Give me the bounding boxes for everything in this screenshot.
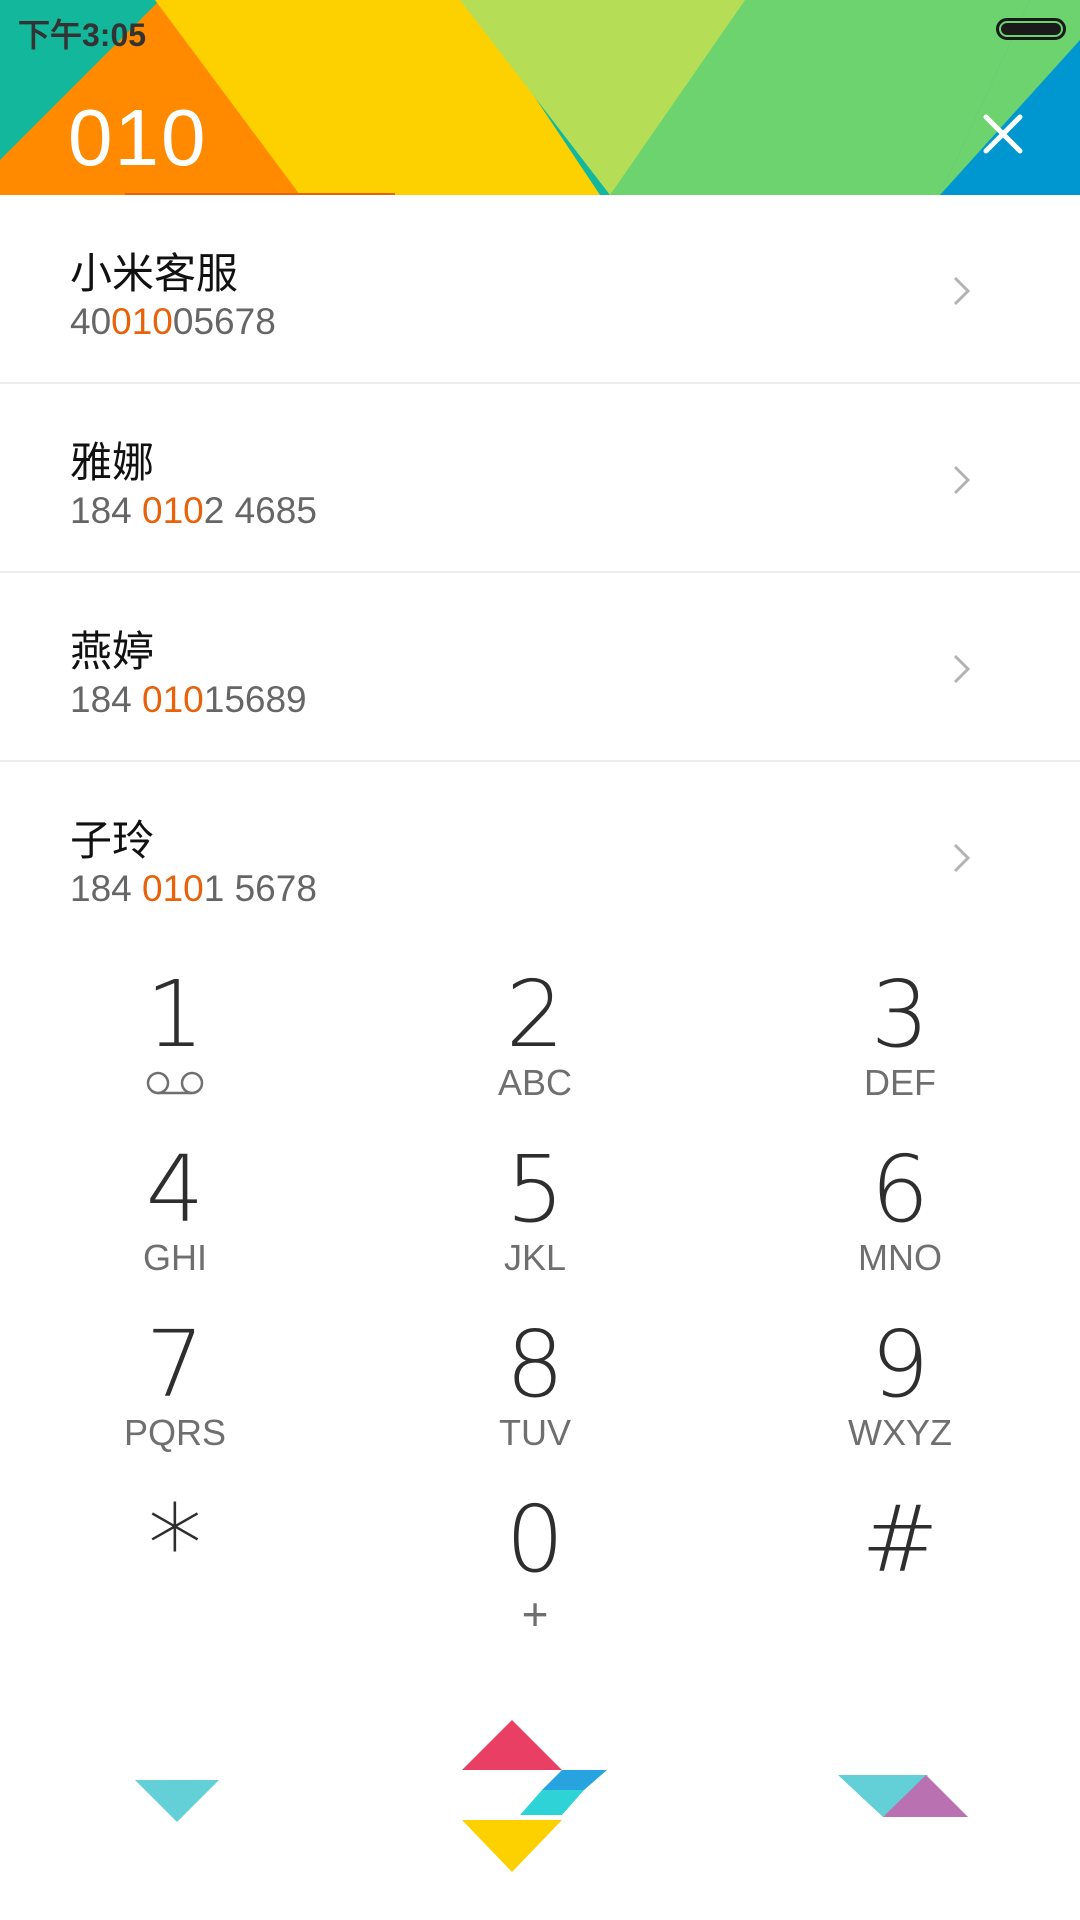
key-5[interactable]: 5 JKL	[385, 1140, 685, 1300]
contact-number: 184 0102 4685	[70, 490, 317, 531]
close-icon	[983, 114, 1023, 154]
chevron-right-icon	[953, 843, 971, 873]
collapse-keypad-icon	[135, 1780, 219, 1822]
contact-name: 小米客服	[70, 249, 239, 298]
dialed-number: 010	[68, 93, 208, 182]
contact-item[interactable]: 子玲 184 0101 5678	[0, 762, 1080, 951]
contact-item[interactable]: 小米客服 4001005678	[0, 195, 1080, 384]
contact-number: 184 0101 5678	[70, 868, 317, 909]
key-8[interactable]: 8 TUV	[385, 1315, 685, 1475]
menu-icon	[838, 1775, 968, 1817]
contact-name: 雅娜	[70, 438, 155, 487]
status-time: 下午3:05	[18, 17, 147, 53]
contact-suggestions-list: 小米客服 4001005678 雅娜 184 0102 4685 燕婷 184 …	[0, 195, 1080, 951]
contact-item[interactable]: 燕婷 184 01015689	[0, 573, 1080, 762]
key-7[interactable]: 7 PQRS	[25, 1315, 325, 1475]
key-hash[interactable]: #	[750, 1490, 1050, 1650]
chevron-right-icon	[953, 276, 971, 306]
key-4[interactable]: 4 GHI	[25, 1140, 325, 1300]
collapse-keypad-button[interactable]	[135, 1780, 219, 1828]
close-button[interactable]	[981, 112, 1025, 156]
dialer-header: 下午3:05 010	[0, 0, 1080, 195]
contact-number: 4001005678	[70, 301, 276, 342]
key-star[interactable]: *	[25, 1490, 325, 1650]
contact-item[interactable]: 雅娜 184 0102 4685	[0, 384, 1080, 573]
voicemail-icon	[146, 1071, 204, 1095]
call-button[interactable]	[462, 1720, 620, 1876]
key-9[interactable]: 9 WXYZ	[750, 1315, 1050, 1475]
menu-button[interactable]	[838, 1775, 968, 1823]
key-0[interactable]: 0 +	[385, 1490, 685, 1650]
contact-number: 184 01015689	[70, 679, 307, 720]
contact-name: 燕婷	[70, 627, 155, 676]
key-6[interactable]: 6 MNO	[750, 1140, 1050, 1300]
key-1[interactable]: 1	[25, 965, 325, 1125]
chevron-right-icon	[953, 654, 971, 684]
call-icon	[462, 1720, 607, 1872]
key-3[interactable]: 3 DEF	[750, 965, 1050, 1125]
battery-icon	[996, 18, 1066, 40]
contact-name: 子玲	[70, 816, 155, 865]
chevron-right-icon	[953, 465, 971, 495]
key-2[interactable]: 2 ABC	[385, 965, 685, 1125]
